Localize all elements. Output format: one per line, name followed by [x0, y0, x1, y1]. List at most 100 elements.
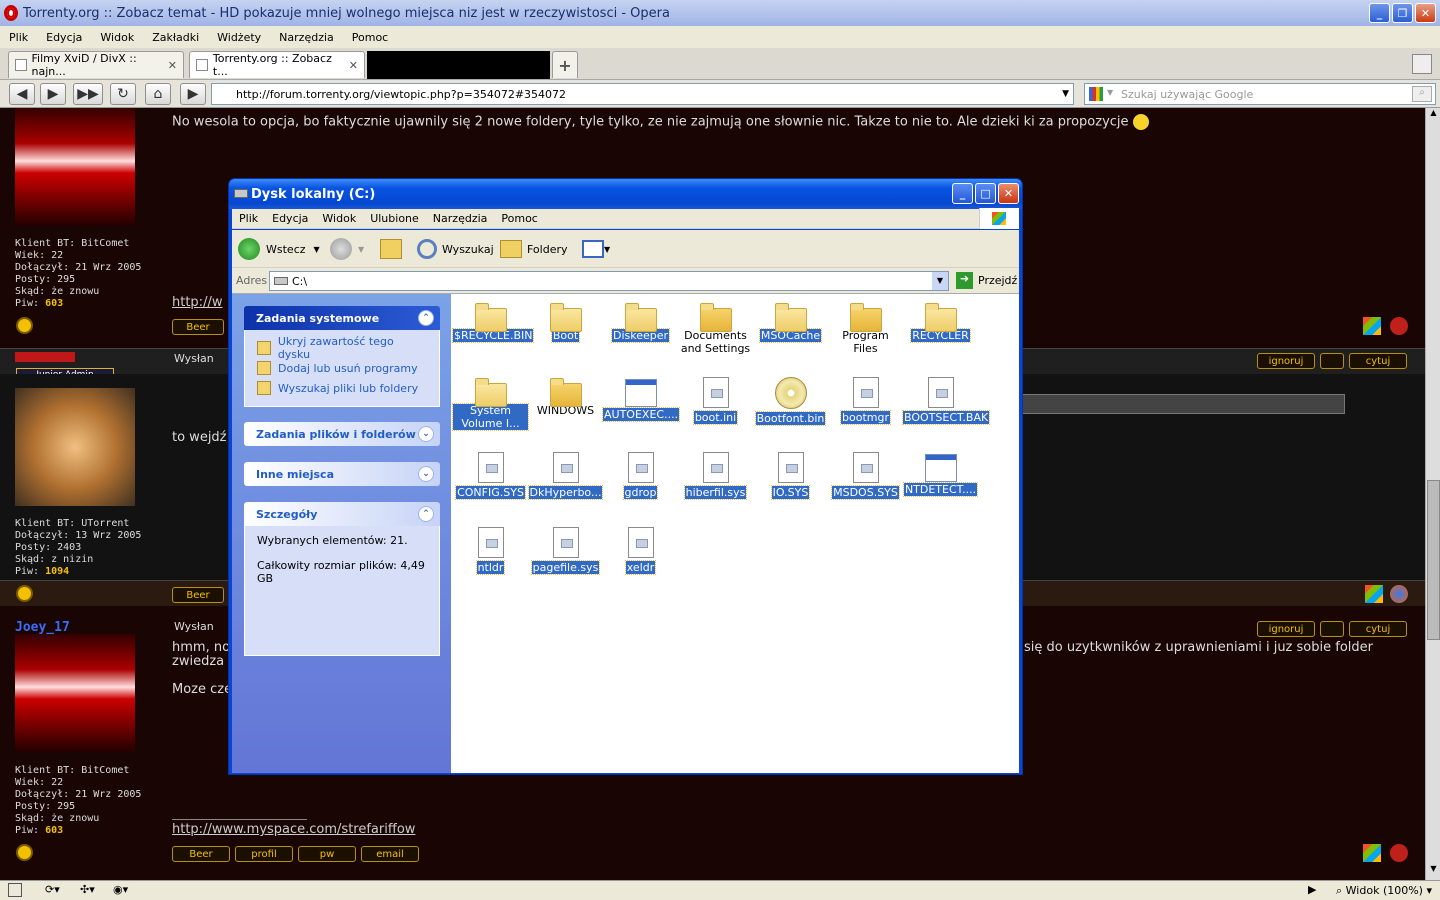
file-item[interactable]: WINDOWS	[528, 377, 603, 417]
file-tasks-header[interactable]: Zadania plików i folderów ⌄	[244, 422, 440, 446]
forward-button[interactable]: ▼	[330, 236, 364, 262]
pm-button[interactable]: pw	[298, 846, 356, 862]
system-tasks-header[interactable]: Zadania systemowe ⌃	[244, 306, 440, 330]
profile-quote-icon[interactable]	[1320, 621, 1344, 637]
scroll-thumb[interactable]	[1427, 480, 1440, 640]
explorer-minimize-button[interactable]: _	[952, 183, 973, 204]
file-item[interactable]: gdrop	[603, 452, 678, 500]
tab-close-icon[interactable]: ✕	[168, 59, 177, 72]
fast-forward-icon[interactable]: ▶▶	[73, 83, 103, 105]
menu-edycja[interactable]: Edycja	[37, 31, 91, 44]
file-item[interactable]: CONFIG.SYS	[453, 452, 528, 500]
address-dropdown-icon[interactable]: ▼	[1062, 89, 1069, 99]
xp-menu-edycja[interactable]: Edycja	[265, 212, 315, 225]
file-item[interactable]: hiberfil.sys	[678, 452, 753, 500]
explorer-address-input[interactable]: C:\ ▼	[269, 271, 949, 291]
address-bar[interactable]: http://forum.torrenty.org/viewtopic.php?…	[211, 83, 1074, 105]
beer-button[interactable]: Beer	[172, 587, 224, 603]
task-search-files[interactable]: Wyszukaj pliki lub foldery	[257, 378, 427, 398]
zoom-control[interactable]: ⌕ Widok (100%) ▾	[1336, 884, 1432, 898]
xp-menu-narzedzia[interactable]: Narzędzia	[426, 212, 495, 225]
file-item[interactable]: boot.ini	[678, 377, 753, 425]
address-dropdown-icon[interactable]: ▼	[932, 272, 948, 290]
back-button[interactable]: Wstecz ▼	[238, 236, 320, 262]
search-engine-dropdown-icon[interactable]: ▼	[1107, 88, 1113, 97]
xp-menu-plik[interactable]: Plik	[232, 212, 265, 225]
close-button[interactable]: ✕	[1415, 3, 1436, 23]
signature-link[interactable]: http://www.myspace.com/strefariffow	[172, 822, 415, 837]
sync-icon[interactable]: ⟳▾	[45, 883, 60, 896]
ignore-button[interactable]: ignoruj	[1257, 353, 1315, 369]
file-item[interactable]: xeldr	[603, 527, 678, 575]
quote-button[interactable]: cytuj	[1349, 621, 1407, 637]
turbo-icon[interactable]: ◉▾	[113, 883, 128, 896]
beer-button[interactable]: Beer	[172, 846, 230, 862]
quote-button[interactable]: cytuj	[1349, 353, 1407, 369]
media-play-icon[interactable]: ▶	[1308, 883, 1316, 896]
unite-icon[interactable]: ✣▾	[80, 883, 95, 896]
tab-torrenty[interactable]: Torrenty.org :: Zobacz t... ✕	[189, 51, 365, 78]
reload-icon[interactable]: ↻	[110, 83, 136, 105]
details-header[interactable]: Szczegóły ⌃	[244, 502, 440, 526]
folders-button[interactable]: Foldery	[500, 236, 568, 262]
file-item[interactable]: ntldr	[453, 527, 528, 575]
file-item[interactable]: RECYCLER	[903, 302, 978, 343]
home-icon[interactable]: ⌂	[145, 83, 171, 105]
menu-plik[interactable]: Plik	[0, 31, 37, 44]
file-item[interactable]: DkHyperbo...	[527, 452, 604, 500]
expand-icon[interactable]: ⌄	[418, 466, 434, 482]
go-button[interactable]: ➜ Przejdź	[956, 272, 1017, 289]
panel-toggle-icon[interactable]	[8, 883, 22, 897]
file-item[interactable]: MSOCache	[753, 302, 828, 343]
xp-menu-ulubione[interactable]: Ulubione	[363, 212, 426, 225]
file-item[interactable]: BOOTSECT.BAK	[901, 377, 991, 425]
tab-filmy[interactable]: Filmy XviD / DivX :: najn... ✕	[8, 51, 184, 78]
username[interactable]: Joey_17	[15, 620, 70, 635]
file-item[interactable]: AUTOEXEC....	[601, 377, 681, 422]
back-icon[interactable]: ◀	[9, 83, 35, 105]
signature-link[interactable]: http://w	[172, 295, 222, 310]
xp-menu-widok[interactable]: Widok	[315, 212, 363, 225]
file-item[interactable]: System Volume I...	[452, 377, 529, 431]
file-item[interactable]: Diskeeper	[603, 302, 678, 343]
search-icon[interactable]: ⌕	[1412, 86, 1432, 102]
menu-widok[interactable]: Widok	[91, 31, 143, 44]
file-item[interactable]: bootmgr	[828, 377, 903, 425]
forward-icon[interactable]: ▶	[40, 83, 66, 105]
explorer-close-button[interactable]: ✕	[998, 183, 1019, 204]
menu-narzedzia[interactable]: Narzędzia	[270, 31, 343, 44]
file-item[interactable]: Boot	[528, 302, 603, 343]
up-folder-button[interactable]	[380, 236, 402, 262]
page-scrollbar[interactable]: ▲ ▼	[1425, 108, 1440, 880]
email-button[interactable]: email	[361, 846, 419, 862]
file-item[interactable]: Documents and Settings	[678, 302, 753, 355]
menu-zakladki[interactable]: Zakładki	[143, 31, 208, 44]
collapse-icon[interactable]: ⌃	[418, 506, 434, 522]
profile-button[interactable]: profil	[235, 846, 293, 862]
beer-button[interactable]: Beer	[172, 319, 224, 335]
profile-quote-icon[interactable]	[1320, 353, 1344, 369]
search-input[interactable]: ▼ Szukaj używając Google ⌕	[1084, 83, 1436, 105]
file-item[interactable]: pagefile.sys	[528, 527, 603, 575]
task-hide-drive[interactable]: Ukryj zawartość tego dysku	[257, 335, 427, 361]
explorer-maximize-button[interactable]: □	[975, 183, 996, 204]
xp-menu-pomoc[interactable]: Pomoc	[494, 212, 544, 225]
minimize-button[interactable]: _	[1369, 3, 1390, 23]
file-item[interactable]: Program Files	[828, 302, 903, 355]
other-places-header[interactable]: Inne miejsca ⌄	[244, 462, 440, 486]
expand-icon[interactable]: ⌄	[418, 426, 434, 442]
scroll-up-icon[interactable]: ▲	[1427, 108, 1440, 122]
ignore-button[interactable]: ignoruj	[1257, 621, 1315, 637]
file-item[interactable]: IO.SYS	[753, 452, 828, 500]
scroll-down-icon[interactable]: ▼	[1427, 864, 1440, 878]
search-button[interactable]: Wyszukaj	[417, 236, 494, 262]
file-item[interactable]: Bootfont.bin	[753, 377, 828, 426]
menu-pomoc[interactable]: Pomoc	[343, 31, 397, 44]
trash-icon[interactable]	[1412, 54, 1432, 74]
tab-close-icon[interactable]: ✕	[349, 59, 358, 72]
file-item[interactable]: $RECYCLE.BIN	[451, 302, 535, 343]
back-dropdown-icon[interactable]: ▼	[314, 245, 320, 254]
views-button[interactable]: ▼	[582, 236, 610, 262]
task-add-remove-programs[interactable]: Dodaj lub usuń programy	[257, 358, 427, 378]
google-icon[interactable]	[1089, 87, 1103, 101]
